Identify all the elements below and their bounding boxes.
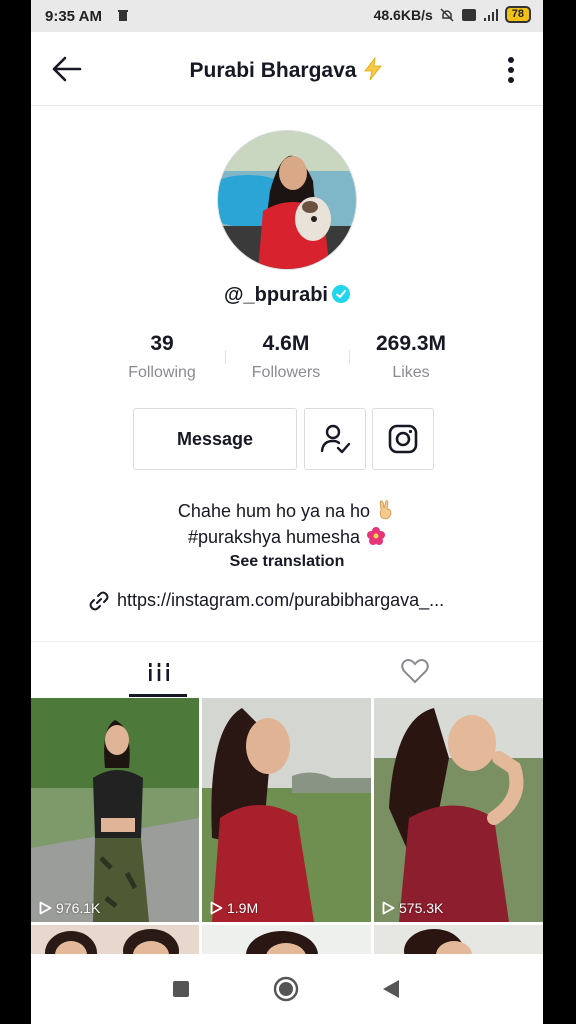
followers-label: Followers bbox=[251, 364, 321, 381]
victory-hand-icon bbox=[379, 500, 392, 520]
view-count-text: 976.1K bbox=[56, 900, 101, 916]
video-tile[interactable] bbox=[31, 925, 199, 955]
follow-status-button[interactable] bbox=[304, 408, 366, 470]
video-tile[interactable]: 1.9M bbox=[202, 698, 371, 922]
view-count: 575.3K bbox=[382, 900, 443, 916]
see-translation-link[interactable]: See translation bbox=[31, 553, 543, 571]
status-time: 9:35 AM bbox=[45, 8, 102, 25]
view-count-text: 1.9M bbox=[227, 900, 259, 916]
recents-button[interactable] bbox=[173, 981, 189, 997]
avatar[interactable] bbox=[217, 130, 357, 270]
hibiscus-icon bbox=[367, 527, 386, 545]
likes-label: Likes bbox=[392, 364, 430, 381]
video-thumbnail bbox=[202, 698, 371, 922]
app-screen: 9:35 AM 48.6KB/s 78 Purabi Bhargava @_bp… bbox=[31, 0, 543, 1024]
avatar-image bbox=[218, 131, 356, 269]
video-thumbnail bbox=[374, 925, 543, 955]
user-check-icon bbox=[320, 424, 351, 454]
back-triangle-button[interactable] bbox=[381, 978, 401, 1000]
video-thumbnail bbox=[202, 925, 371, 955]
stat-followers[interactable]: 4.6M Followers bbox=[221, 332, 351, 382]
username-text: @_bpurabi bbox=[224, 284, 328, 306]
profile-name: Purabi Bhargava bbox=[189, 59, 357, 82]
network-speed: 48.6KB/s bbox=[373, 6, 433, 23]
battery-indicator: 78 bbox=[504, 6, 531, 23]
tab-liked[interactable] bbox=[287, 642, 543, 699]
video-thumbnail bbox=[31, 698, 199, 922]
verified-badge-icon bbox=[331, 285, 350, 303]
view-count: 1.9M bbox=[210, 900, 258, 916]
following-count: 39 bbox=[150, 332, 174, 355]
link-icon bbox=[89, 591, 109, 610]
username: @_bpurabi bbox=[31, 284, 543, 307]
view-count: 976.1K bbox=[39, 900, 100, 916]
video-tile[interactable]: 575.3K bbox=[374, 698, 543, 922]
mute-bell-icon bbox=[440, 7, 454, 22]
trash-icon bbox=[118, 10, 128, 21]
heart-icon bbox=[401, 658, 429, 683]
status-right: 48.6KB/s 78 bbox=[374, 6, 531, 23]
bio-text-2: #purakshya humesha bbox=[187, 527, 361, 547]
profile-header: Purabi Bhargava bbox=[31, 32, 543, 106]
video-tile[interactable] bbox=[202, 925, 371, 955]
play-icon bbox=[210, 901, 223, 915]
followers-count: 4.6M bbox=[262, 332, 310, 355]
message-button[interactable]: Message bbox=[133, 408, 297, 470]
video-thumbnail bbox=[374, 698, 543, 922]
signal-icon bbox=[483, 8, 498, 21]
bio-line-2: #purakshya humesha bbox=[31, 526, 543, 548]
active-tab-indicator bbox=[129, 694, 187, 697]
bio-link-text: https://instagram.com/purabibhargava_... bbox=[117, 590, 445, 610]
grid-icon bbox=[149, 662, 169, 681]
play-icon bbox=[382, 901, 395, 915]
view-count-text: 575.3K bbox=[399, 900, 444, 916]
instagram-button[interactable] bbox=[372, 408, 434, 470]
profile-tabs bbox=[31, 641, 543, 698]
system-nav-bar bbox=[31, 954, 543, 1024]
more-options-icon[interactable] bbox=[507, 56, 515, 84]
page-title: Purabi Bhargava bbox=[31, 57, 543, 83]
stat-likes[interactable]: 269.3M Likes bbox=[346, 332, 476, 382]
bio-line-1: Chahe hum ho ya na ho bbox=[31, 500, 543, 522]
volte-icon bbox=[461, 8, 476, 21]
video-tile[interactable] bbox=[374, 925, 543, 955]
following-label: Following bbox=[128, 364, 196, 381]
bio-text-1: Chahe hum ho ya na ho bbox=[177, 501, 371, 521]
video-thumbnail bbox=[31, 925, 199, 955]
instagram-icon bbox=[388, 424, 418, 454]
tab-videos[interactable] bbox=[31, 642, 287, 699]
play-icon bbox=[39, 901, 52, 915]
home-button[interactable] bbox=[273, 976, 299, 1002]
lightning-bolt-icon bbox=[364, 57, 383, 81]
stat-following[interactable]: 39 Following bbox=[97, 332, 227, 382]
status-bar: 9:35 AM 48.6KB/s 78 bbox=[31, 0, 543, 32]
bio-link[interactable]: https://instagram.com/purabibhargava_... bbox=[89, 590, 444, 611]
likes-count: 269.3M bbox=[375, 332, 447, 355]
video-tile[interactable]: 976.1K bbox=[31, 698, 199, 922]
